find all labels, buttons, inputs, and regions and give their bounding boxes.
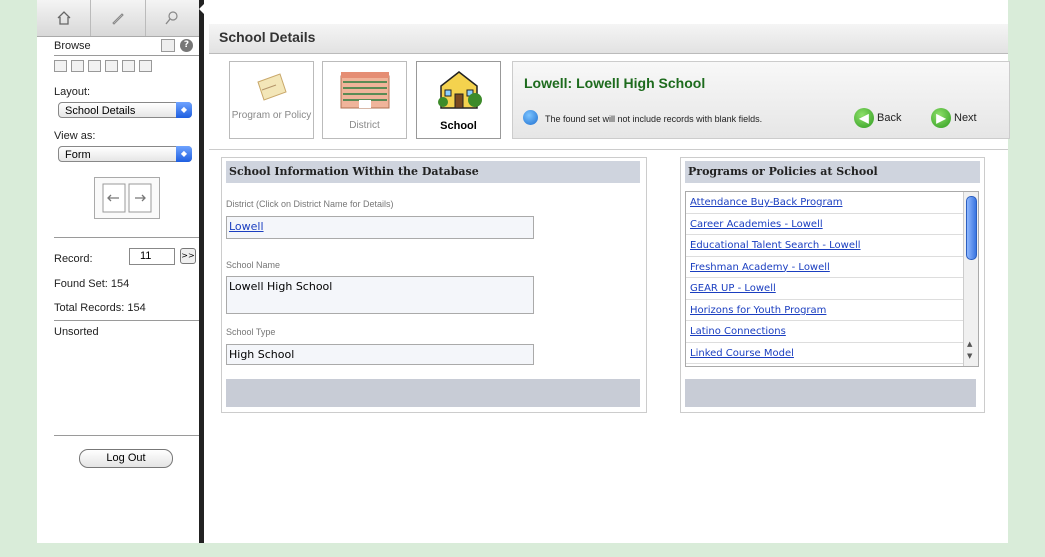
new-record-icon[interactable] (54, 60, 67, 72)
log-out-button[interactable]: Log Out (79, 449, 173, 468)
district-link[interactable]: Lowell (229, 220, 264, 233)
programs-panel: Programs or Policies at School Attendanc… (680, 157, 985, 413)
sidebar-toolbar (37, 0, 199, 37)
scroll-down-icon[interactable]: ▼ (967, 352, 972, 360)
district-field[interactable]: Lowell (226, 216, 534, 239)
chevron-updown-icon: ◆ (176, 102, 192, 118)
school-house-icon (438, 71, 482, 109)
list-scrollbar[interactable]: ▲ ▼ (963, 192, 978, 366)
record-icon[interactable] (161, 39, 175, 52)
next-arrow-icon: ▶ (931, 108, 951, 128)
school-name-field[interactable]: Lowell High School (226, 276, 534, 314)
program-link[interactable]: GEAR UP - Lowell (686, 278, 963, 300)
program-link[interactable]: Career Academies - Lowell (686, 214, 963, 235)
search-icon (523, 110, 538, 125)
school-type-field[interactable]: High School (226, 344, 534, 365)
next-label: Next (954, 112, 977, 124)
delete-record-icon[interactable] (71, 60, 84, 72)
go-to-record-button[interactable]: >> (180, 248, 196, 264)
total-records-text: Total Records: 154 (54, 302, 146, 314)
divider (209, 149, 1008, 150)
scrollbar-thumb[interactable] (966, 196, 977, 260)
divider (54, 237, 199, 238)
divider (54, 320, 199, 321)
school-info-panel: School Information Within the Database D… (221, 157, 647, 413)
school-type-label: School Type (226, 327, 276, 337)
app-window: Browse ? Layout: School Details ◆ View a… (37, 0, 1010, 543)
layout-label: Layout: (54, 86, 91, 98)
program-link[interactable]: Attendance Buy-Back Program (686, 192, 963, 214)
duplicate-record-icon[interactable] (88, 60, 101, 72)
mode-label: Browse (54, 40, 91, 52)
found-set-text: Found Set: 154 (54, 278, 130, 290)
programs-heading: Programs or Policies at School (685, 161, 980, 183)
nav-program-button[interactable]: Program or Policy (229, 61, 314, 139)
find-icon[interactable] (146, 0, 199, 36)
program-link[interactable]: Freshman Academy - Lowell (686, 257, 963, 278)
help-icon[interactable]: ? (180, 39, 193, 52)
found-set-note: The found set will not include records w… (545, 114, 763, 124)
program-icon (257, 73, 287, 101)
divider (54, 55, 199, 56)
layout-select-value: School Details (65, 105, 136, 117)
next-button[interactable]: ▶ Next (931, 108, 977, 128)
view-select[interactable]: Form ◆ (58, 146, 192, 162)
record-toolbar (54, 58, 199, 74)
omit-record-icon[interactable] (105, 60, 118, 72)
view-select-value: Form (65, 149, 91, 161)
back-button[interactable]: ◀ Back (854, 108, 901, 128)
back-label: Back (877, 112, 902, 124)
record-number-input[interactable]: 11 (129, 248, 175, 265)
nav-program-label: Program or Policy (231, 110, 312, 121)
record-label: Record: (54, 253, 93, 265)
record-info-bar: Lowell: Lowell High School The found set… (512, 61, 1010, 139)
show-all-icon[interactable] (139, 60, 152, 72)
page-title: School Details (219, 29, 316, 45)
program-link[interactable]: Linked Course Model (686, 343, 963, 364)
layout-select[interactable]: School Details ◆ (58, 102, 192, 118)
divider (54, 435, 199, 436)
nav-district-label: District (349, 120, 380, 131)
panel-footer (685, 379, 976, 407)
sort-icon[interactable] (122, 60, 135, 72)
edit-pencil-icon[interactable] (91, 0, 146, 36)
nav-school-label: School (440, 120, 477, 132)
status-sidebar: Browse ? Layout: School Details ◆ View a… (37, 0, 200, 543)
view-label: View as: (54, 130, 96, 142)
program-link[interactable]: Latino Connections (686, 321, 963, 343)
record-title: Lowell: Lowell High School (524, 75, 706, 91)
district-field-label: District (Click on District Name for Det… (226, 199, 394, 209)
content-area: School Details Program or Policy Distric… (204, 0, 1010, 543)
programs-list: Attendance Buy-Back Program Career Acade… (685, 191, 979, 367)
back-arrow-icon: ◀ (854, 108, 874, 128)
record-book-icon[interactable] (94, 177, 160, 219)
program-link[interactable]: Horizons for Youth Program (686, 300, 963, 321)
home-icon[interactable] (37, 0, 92, 36)
nav-school-button[interactable]: School (416, 61, 501, 139)
sort-status-text: Unsorted (54, 326, 99, 338)
school-name-label: School Name (226, 260, 281, 270)
program-link[interactable]: Educational Talent Search - Lowell (686, 235, 963, 257)
district-building-icon (340, 72, 390, 109)
school-info-heading: School Information Within the Database (226, 161, 640, 183)
nav-district-button[interactable]: District (322, 61, 407, 139)
scroll-up-icon[interactable]: ▲ (967, 340, 972, 348)
chevron-updown-icon: ◆ (176, 146, 192, 162)
panel-footer (226, 379, 640, 407)
page-header: School Details (209, 24, 1008, 54)
